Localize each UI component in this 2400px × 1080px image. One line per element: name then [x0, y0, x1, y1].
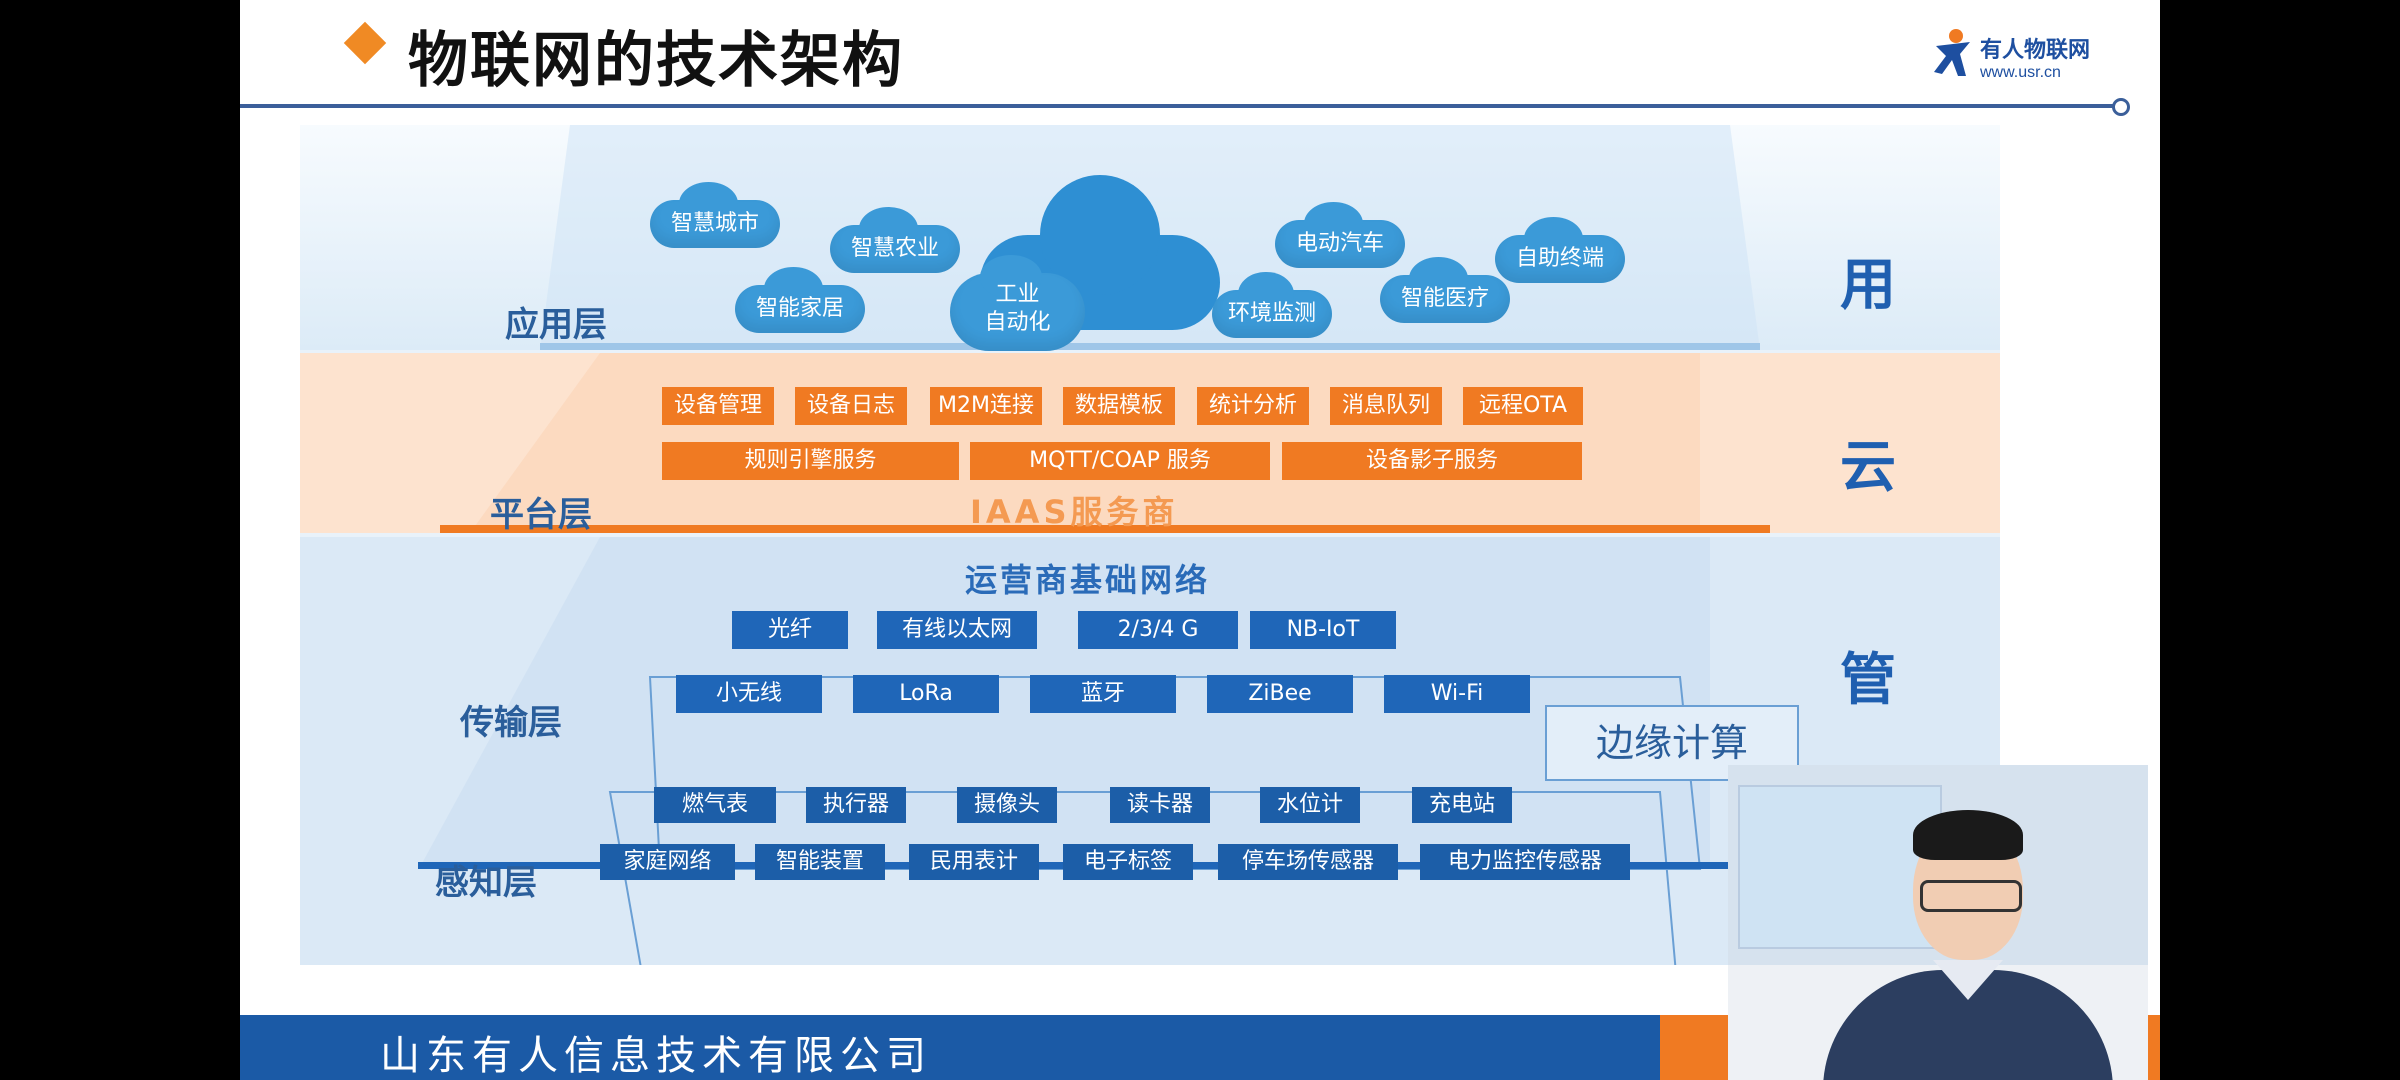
cloud-environment-monitoring: 环境监测	[1212, 272, 1332, 338]
platform-item: 消息队列	[1330, 387, 1442, 425]
transport-item: 2/3/4 G	[1078, 611, 1238, 649]
cloud-smart-healthcare: 智能医疗	[1380, 257, 1510, 323]
transport-item: NB-IoT	[1250, 611, 1396, 649]
platform-item: 设备日志	[795, 387, 907, 425]
cloud-electric-vehicle: 电动汽车	[1275, 202, 1405, 268]
platform-item: 远程OTA	[1463, 387, 1583, 425]
cloud-industrial-automation: 工业 自动化	[950, 255, 1085, 351]
wireless-item: Wi-Fi	[1384, 675, 1530, 713]
sensor-item: 家庭网络	[600, 844, 735, 880]
device-item: 读卡器	[1110, 787, 1210, 823]
title-underline-dot	[2112, 98, 2130, 116]
platform-item: M2M连接	[930, 387, 1042, 425]
application-layer-label: 应用层	[505, 305, 607, 345]
side-label-transport: 管	[1840, 648, 1896, 713]
cloud-smart-agriculture: 智慧农业	[830, 207, 960, 273]
device-item: 燃气表	[654, 787, 776, 823]
glasses-icon	[1920, 880, 2022, 912]
wireless-item: ZiBee	[1207, 675, 1353, 713]
slide-title: 物联网的技术架构	[408, 26, 904, 96]
presenter-webcam-overlay	[1728, 765, 2148, 1080]
side-label-platform: 云	[1840, 435, 1896, 500]
iaas-label: IAAS服务商	[970, 493, 1179, 531]
wireless-item: 小无线	[676, 675, 822, 713]
side-label-application: 用	[1840, 253, 1896, 318]
platform-service: 规则引擎服务	[662, 442, 959, 480]
transport-item: 光纤	[732, 611, 848, 649]
wireless-item: LoRa	[853, 675, 999, 713]
background-screen	[1738, 785, 1942, 949]
platform-service: 设备影子服务	[1282, 442, 1582, 480]
wireless-item: 蓝牙	[1030, 675, 1176, 713]
perception-layer-label: 感知层	[435, 863, 537, 903]
device-item: 执行器	[806, 787, 906, 823]
transport-item: 有线以太网	[877, 611, 1037, 649]
logo-text-main: 有人物联网	[1980, 38, 2091, 63]
cloud-smart-home: 智能家居	[735, 267, 865, 333]
logo-text-sub: www.usr.cn	[1980, 64, 2061, 81]
platform-layer-label: 平台层	[490, 495, 592, 535]
title-underline	[240, 104, 2115, 108]
network-title: 运营商基础网络	[965, 561, 1211, 599]
platform-service: MQTT/COAP 服务	[970, 442, 1270, 480]
platform-item: 数据模板	[1063, 387, 1175, 425]
sensor-item: 停车场传感器	[1218, 844, 1398, 880]
platform-item: 统计分析	[1197, 387, 1309, 425]
person-logo-icon	[1934, 29, 1970, 76]
device-item: 水位计	[1260, 787, 1360, 823]
device-item: 充电站	[1412, 787, 1512, 823]
company-logo: 有人物联网 www.usr.cn	[1930, 28, 2130, 88]
sensor-item: 电力监控传感器	[1420, 844, 1630, 880]
transport-layer-label: 传输层	[460, 703, 562, 743]
sensor-item: 智能装置	[755, 844, 885, 880]
device-item: 摄像头	[957, 787, 1057, 823]
sensor-item: 民用表计	[909, 844, 1039, 880]
cloud-self-service-terminal: 自助终端	[1495, 217, 1625, 283]
platform-item: 设备管理	[662, 387, 774, 425]
company-name: 山东有人信息技术有限公司	[380, 1033, 932, 1079]
sensor-item: 电子标签	[1063, 844, 1193, 880]
cloud-smart-city: 智慧城市	[650, 182, 780, 248]
title-diamond-icon	[343, 21, 387, 65]
